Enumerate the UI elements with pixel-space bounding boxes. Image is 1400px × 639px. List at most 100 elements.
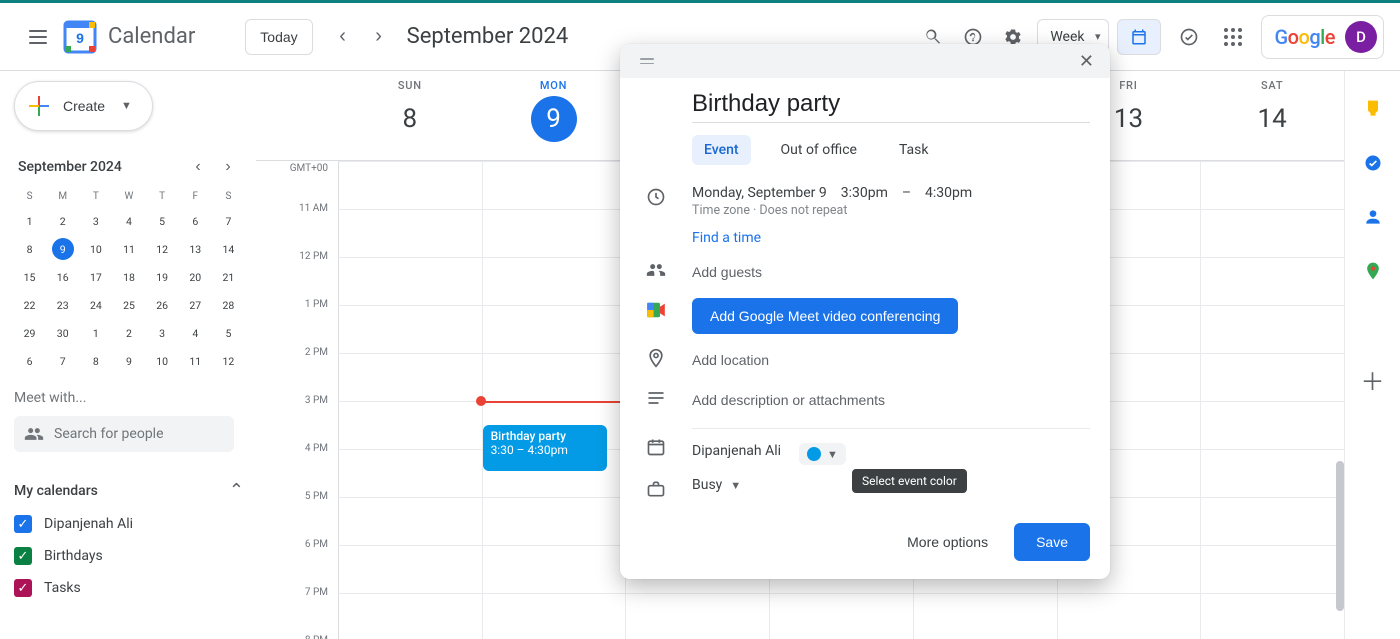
mini-cal-day[interactable]: 18 — [113, 264, 144, 290]
tab-out-of-office[interactable]: Out of office — [769, 135, 869, 165]
add-location-button[interactable]: Add location — [692, 346, 1090, 374]
time-cell[interactable] — [1200, 305, 1344, 353]
mini-cal-day[interactable]: 1 — [14, 208, 45, 234]
find-a-time-link[interactable]: Find a time — [692, 224, 1090, 252]
mini-cal-day[interactable]: 8 — [14, 236, 45, 262]
calendar-list-item[interactable]: ✓Birthdays — [14, 547, 244, 565]
calendar-checkbox[interactable]: ✓ — [14, 515, 32, 533]
mini-cal-day[interactable]: 7 — [47, 348, 78, 374]
prev-period-button[interactable]: ‹ — [325, 19, 361, 55]
day-header-number[interactable]: 9 — [531, 96, 577, 142]
my-calendars-toggle[interactable]: My calendars ⌃ — [14, 480, 244, 501]
tasks-sidepanel-icon[interactable] — [1363, 153, 1383, 173]
people-search-input[interactable]: Search for people — [14, 416, 234, 452]
mini-cal-day[interactable]: 2 — [113, 320, 144, 346]
create-button[interactable]: Create ▼ — [14, 81, 153, 131]
day-header-number[interactable]: 14 — [1249, 96, 1295, 142]
maps-icon[interactable] — [1363, 261, 1383, 281]
mini-cal-day[interactable]: 12 — [213, 348, 244, 374]
keep-icon[interactable] — [1363, 99, 1383, 119]
mini-cal-day[interactable]: 14 — [213, 236, 244, 262]
day-header-number[interactable]: 13 — [1105, 96, 1151, 142]
time-cell[interactable] — [338, 449, 482, 497]
save-button[interactable]: Save — [1014, 523, 1090, 561]
mini-cal-day[interactable]: 6 — [180, 208, 211, 234]
time-cell[interactable] — [482, 545, 626, 593]
mini-cal-day[interactable]: 7 — [213, 208, 244, 234]
day-header[interactable]: MON9 — [482, 71, 626, 160]
mini-cal-day[interactable]: 11 — [113, 236, 144, 262]
dialog-close-button[interactable]: ✕ — [1075, 47, 1098, 76]
time-cell[interactable] — [1200, 353, 1344, 401]
dialog-titlebar[interactable]: ✕ — [620, 44, 1110, 78]
day-header[interactable]: SUN8 — [338, 71, 482, 160]
mini-cal-day[interactable]: 30 — [47, 320, 78, 346]
mini-cal-day[interactable]: 21 — [213, 264, 244, 290]
calendar-view-toggle[interactable] — [1117, 19, 1161, 55]
time-cell[interactable] — [1200, 257, 1344, 305]
mini-cal-day[interactable]: 3 — [80, 208, 111, 234]
time-cell[interactable] — [482, 209, 626, 257]
time-cell[interactable] — [1057, 593, 1201, 639]
time-cell[interactable] — [338, 401, 482, 449]
mini-cal-day[interactable]: 27 — [180, 292, 211, 318]
time-cell[interactable] — [1200, 497, 1344, 545]
event-date-label[interactable]: Monday, September 9 — [692, 185, 827, 201]
time-cell[interactable] — [1200, 401, 1344, 449]
mini-cal-next-button[interactable]: › — [216, 155, 240, 179]
mini-cal-day[interactable]: 15 — [14, 264, 45, 290]
mini-cal-day[interactable]: 20 — [180, 264, 211, 290]
time-cell[interactable] — [482, 161, 626, 209]
mini-cal-day[interactable]: 24 — [80, 292, 111, 318]
time-cell[interactable] — [1200, 161, 1344, 209]
time-cell[interactable] — [1200, 209, 1344, 257]
mini-cal-day[interactable]: 5 — [213, 320, 244, 346]
calendar-list-item[interactable]: ✓Dipanjenah Ali — [14, 515, 244, 533]
time-cell[interactable] — [338, 545, 482, 593]
time-cell[interactable] — [625, 593, 769, 639]
add-description-button[interactable]: Add description or attachments — [692, 386, 1090, 414]
time-cell[interactable] — [1200, 449, 1344, 497]
time-cell[interactable] — [1200, 545, 1344, 593]
mini-cal-day[interactable]: 28 — [213, 292, 244, 318]
calendar-checkbox[interactable]: ✓ — [14, 547, 32, 565]
time-cell[interactable] — [1200, 593, 1344, 639]
mini-cal-day[interactable]: 5 — [147, 208, 178, 234]
mini-cal-day[interactable]: 10 — [80, 236, 111, 262]
time-cell[interactable] — [338, 305, 482, 353]
time-cell[interactable] — [338, 257, 482, 305]
mini-cal-prev-button[interactable]: ‹ — [186, 155, 210, 179]
add-meet-button[interactable]: Add Google Meet video conferencing — [692, 298, 958, 334]
add-guests-button[interactable]: Add guests — [692, 258, 1090, 286]
mini-cal-day[interactable]: 4 — [113, 208, 144, 234]
time-cell[interactable] — [482, 257, 626, 305]
timezone-repeat-label[interactable]: Time zone · Does not repeat — [692, 203, 972, 218]
event-title-input[interactable] — [692, 86, 1090, 123]
today-button[interactable]: Today — [245, 19, 312, 55]
time-cell[interactable] — [482, 305, 626, 353]
google-apps-button[interactable] — [1213, 17, 1253, 57]
time-cell[interactable] — [338, 593, 482, 639]
contacts-icon[interactable] — [1363, 207, 1383, 227]
main-menu-button[interactable] — [16, 15, 60, 59]
mini-cal-day[interactable]: 2 — [47, 208, 78, 234]
time-cell[interactable] — [338, 161, 482, 209]
mini-cal-day[interactable]: 26 — [147, 292, 178, 318]
mini-cal-day[interactable]: 9 — [52, 238, 74, 260]
mini-cal-day[interactable]: 12 — [147, 236, 178, 262]
mini-cal-day[interactable]: 9 — [113, 348, 144, 374]
mini-cal-day[interactable]: 11 — [180, 348, 211, 374]
event-end-time[interactable]: 4:30pm — [925, 185, 972, 201]
mini-cal-day[interactable]: 25 — [113, 292, 144, 318]
mini-cal-day[interactable]: 6 — [14, 348, 45, 374]
event-start-time[interactable]: 3:30pm — [841, 185, 888, 201]
time-cell[interactable] — [769, 593, 913, 639]
mini-cal-day[interactable]: 17 — [80, 264, 111, 290]
account-brand-box[interactable]: Google D — [1261, 15, 1384, 59]
mini-cal-day[interactable]: 23 — [47, 292, 78, 318]
mini-cal-day[interactable]: 4 — [180, 320, 211, 346]
event-color-picker[interactable]: ▼ — [799, 443, 846, 465]
day-header[interactable]: SAT14 — [1200, 71, 1344, 160]
time-cell[interactable] — [482, 593, 626, 639]
mini-cal-day[interactable]: 13 — [180, 236, 211, 262]
